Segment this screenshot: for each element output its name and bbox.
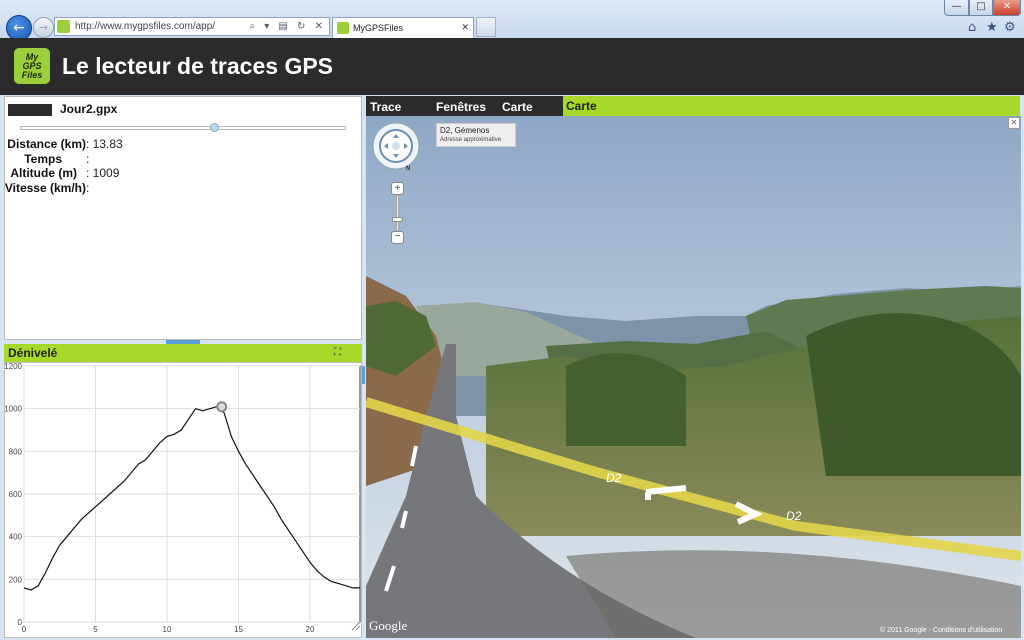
position-marker[interactable] — [216, 401, 228, 413]
track-file-name: Jour2.gpx — [60, 102, 118, 116]
map-copyright[interactable]: © 2011 Google - Conditions d'utilisation — [880, 627, 1002, 634]
elevation-panel-header — [4, 344, 362, 362]
star-icon[interactable]: ★ — [986, 20, 998, 35]
elevation-panel-title: Dénivelé — [8, 346, 58, 360]
track-color-swatch[interactable] — [8, 104, 52, 116]
stat-label-distance: Distance (km) — [7, 137, 86, 151]
tab-favicon-icon — [337, 22, 349, 34]
track-info-panel — [4, 96, 362, 340]
stat-value-altitude: : 1009 — [86, 166, 120, 180]
stat-value-time: : — [86, 152, 90, 166]
x-tick-label: 15 — [234, 625, 243, 634]
compass-control[interactable]: N — [371, 121, 421, 171]
tab-close-icon[interactable]: ✕ — [461, 18, 469, 38]
zoom-in-button[interactable]: + — [391, 182, 404, 195]
stat-value-distance: : 13.83 — [86, 137, 123, 151]
tab-trace[interactable]: Trace — [370, 100, 401, 114]
app-title: Le lecteur de traces GPS — [62, 53, 334, 79]
logo-line: Files — [21, 69, 43, 80]
street-view-image[interactable]: D2 D2 — [366, 116, 1021, 638]
compass-north-label: N — [406, 166, 410, 171]
site-favicon-icon — [57, 20, 70, 33]
app-logo[interactable]: My GPS Files — [14, 48, 50, 84]
y-tick-label: 1200 — [4, 362, 22, 371]
tree-center — [566, 353, 686, 446]
close-icon[interactable]: ✕ — [1008, 117, 1020, 129]
address-bar[interactable]: http://www.mygpsfiles.com/app/ ⌕ ▾ ▤ ↻ ✕ — [54, 17, 330, 36]
stat-label-altitude: Altitude (m) — [10, 166, 77, 180]
active-tab-label: Carte — [566, 99, 597, 113]
window-close-button[interactable]: ✕ — [993, 0, 1021, 16]
forward-button[interactable]: → — [33, 17, 54, 38]
zoom-slider-thumb[interactable] — [392, 217, 403, 222]
tab-title: MyGPSFiles — [353, 23, 404, 33]
zoom-slider-track[interactable] — [396, 195, 399, 231]
y-tick-label: 600 — [9, 490, 23, 499]
y-tick-label: 1000 — [4, 405, 22, 414]
stat-label-speed: Vitesse (km/h) — [4, 181, 86, 195]
y-tick-label: 400 — [9, 533, 23, 542]
browser-tab[interactable]: MyGPSFiles ✕ — [332, 17, 474, 38]
stat-value-speed: : — [86, 181, 90, 195]
window-maximize-button[interactable]: □ — [969, 0, 993, 16]
y-tick-label: 200 — [9, 575, 23, 584]
new-tab-button[interactable] — [476, 17, 496, 37]
resize-grip-icon[interactable] — [351, 621, 361, 631]
tab-carte[interactable]: Carte — [502, 100, 533, 114]
x-tick-label: 5 — [93, 625, 98, 634]
google-logo[interactable]: Google — [369, 618, 407, 634]
streetview-subtitle: Adresse approximative — [440, 137, 502, 143]
stat-label-time: Temps — [24, 152, 62, 166]
zoom-out-button[interactable]: − — [391, 231, 404, 244]
hand-icon — [392, 142, 400, 150]
expand-icon[interactable]: ⛶ — [334, 347, 341, 358]
address-controls[interactable]: ⌕ ▾ ▤ ↻ ✕ — [249, 18, 326, 35]
home-icon[interactable]: ⌂ — [968, 20, 976, 35]
x-tick-label: 0 — [22, 625, 27, 634]
url-text: http://www.mygpsfiles.com/app/ — [75, 21, 216, 32]
x-tick-label: 20 — [306, 625, 315, 634]
road-label: D2 — [786, 509, 802, 523]
tab-fenetres[interactable]: Fenêtres — [436, 100, 486, 114]
panel-scrollbar[interactable] — [362, 366, 365, 384]
streetview-address-box: D2, Gémenos Adresse approximative — [436, 123, 516, 147]
position-slider-track[interactable] — [20, 126, 346, 130]
x-tick-label: 10 — [163, 625, 172, 634]
y-tick-label: 800 — [9, 447, 23, 456]
window-minimize-button[interactable]: — — [944, 0, 969, 16]
road-label: D2 — [606, 471, 622, 485]
gear-icon[interactable]: ⚙ — [1004, 20, 1016, 35]
active-tab-carte[interactable]: Carte — [563, 96, 1020, 116]
elevation-chart[interactable]: 0200400600800100012000 5 10 15 20 — [4, 362, 362, 638]
streetview-title: D2, Gémenos — [440, 126, 490, 135]
